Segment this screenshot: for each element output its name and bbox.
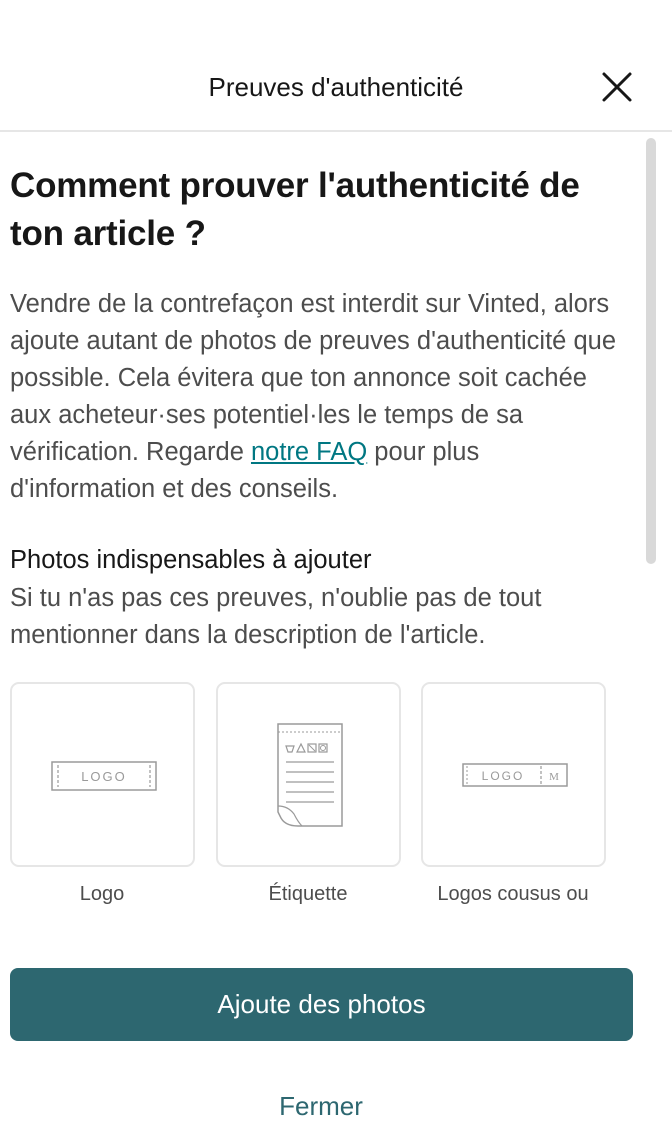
scrollbar-thumb[interactable] — [646, 138, 656, 564]
proof-card-tag[interactable] — [216, 682, 401, 867]
logo-label-icon: LOGO — [51, 761, 157, 791]
modal-body: Comment prouver l'authenticité de ton ar… — [10, 162, 620, 940]
proof-card-logo[interactable]: LOGO — [10, 682, 195, 867]
proof-card-label-tag: Étiquette — [268, 883, 348, 905]
scrollbar[interactable] — [646, 138, 656, 938]
proof-cards: LOGO Logo Étiquette LOGO M Logos cousus … — [10, 682, 620, 940]
content-title: Comment prouver l'authenticité de ton ar… — [10, 166, 580, 253]
close-icon — [602, 72, 632, 102]
close-button[interactable] — [596, 66, 638, 108]
section-title: Photos indispensables à ajouter — [10, 546, 372, 574]
proof-card-label-logo: Logo — [79, 883, 125, 905]
svg-text:LOGO: LOGO — [482, 769, 525, 783]
close-text-button[interactable]: Fermer — [0, 1088, 642, 1124]
faq-link[interactable]: notre FAQ — [251, 438, 367, 466]
add-photos-button[interactable]: Ajoute des photos — [10, 968, 633, 1041]
intro-paragraph: Vendre de la contrefaçon est interdit su… — [10, 286, 620, 508]
svg-text:LOGO: LOGO — [81, 769, 127, 784]
modal-header: Preuves d'authenticité — [0, 0, 672, 132]
proof-card-label-sewn-logo: Logos cousus ou — [437, 883, 589, 905]
modal-footer: Ajoute des photos Fermer — [0, 940, 672, 1140]
care-tag-icon — [277, 723, 343, 827]
modal-title: Preuves d'authenticité — [208, 72, 464, 102]
authenticity-modal: Preuves d'authenticité Comment prouver l… — [0, 0, 672, 1140]
proof-card-sewn-logo[interactable]: LOGO M — [421, 682, 606, 867]
sewn-logo-icon: LOGO M — [462, 763, 568, 787]
section-subtitle: Si tu n'as pas ces preuves, n'oublie pas… — [10, 584, 542, 649]
svg-text:M: M — [549, 771, 559, 783]
modal-scroll-content[interactable]: Comment prouver l'authenticité de ton ar… — [0, 132, 672, 940]
